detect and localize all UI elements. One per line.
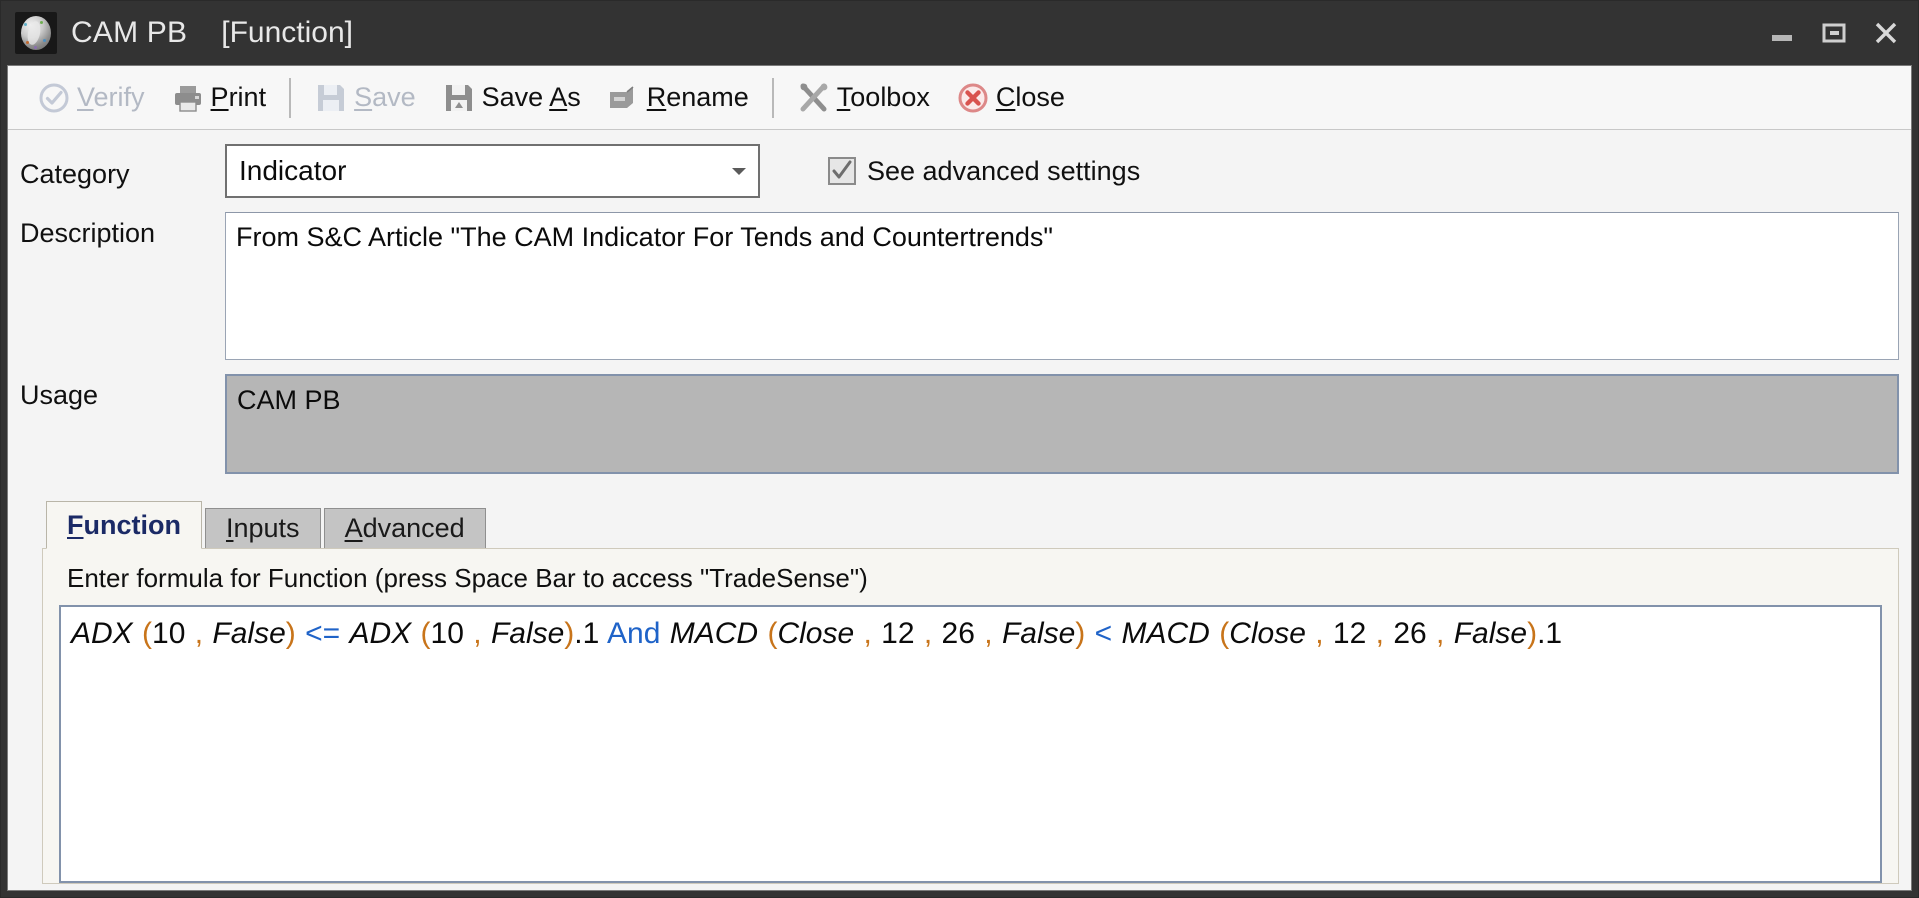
- rename-label: Rename: [646, 82, 749, 112]
- chevron-down-icon: [728, 160, 750, 182]
- print-button[interactable]: Print: [158, 74, 280, 122]
- print-label: Print: [210, 82, 267, 112]
- window-title: CAM PB: [71, 16, 188, 49]
- see-advanced-settings-checkbox[interactable]: See advanced settings: [828, 156, 1140, 187]
- tab-strip: Function Inputs Advanced: [42, 500, 1899, 549]
- toolbox-button[interactable]: Toolbox: [784, 74, 943, 122]
- toolbar-separator: [771, 77, 774, 118]
- usage-field: CAM PB: [225, 374, 1899, 474]
- formula-hint: Enter formula for Function (press Space …: [67, 563, 868, 593]
- check-circle-icon: [37, 81, 71, 115]
- save-as-label: Save As: [481, 82, 581, 112]
- checkbox-box: [828, 157, 856, 185]
- floppy-icon: [314, 81, 348, 115]
- description-value: From S&C Article "The CAM Indicator For …: [236, 222, 1054, 252]
- close-icon[interactable]: [1860, 10, 1912, 56]
- close-button[interactable]: Close: [943, 74, 1078, 122]
- description-label: Description: [20, 218, 156, 248]
- application-window: CAM PB [Function] Verify Print Save Save…: [0, 0, 1919, 898]
- tab-area: Function Inputs Advanced Enter formula f…: [42, 500, 1899, 890]
- description-textarea[interactable]: From S&C Article "The CAM Indicator For …: [225, 212, 1899, 360]
- tab-function-label: Function: [67, 509, 181, 540]
- category-select[interactable]: Indicator: [225, 144, 760, 198]
- description-row: Description From S&C Article "The CAM In…: [20, 212, 1899, 360]
- category-value: Indicator: [239, 155, 347, 186]
- tab-inputs-label: Inputs: [225, 513, 300, 543]
- globe-icon: [15, 12, 57, 54]
- verify-button[interactable]: Verify: [24, 74, 158, 122]
- category-row: Category Indicator See advanced settings: [20, 140, 1899, 202]
- toolbar-separator: [289, 77, 292, 118]
- function-tab-panel: Enter formula for Function (press Space …: [42, 548, 1899, 884]
- window-subtitle: [Function]: [221, 16, 353, 49]
- see-advanced-settings-label: See advanced settings: [867, 155, 1141, 186]
- rename-icon: [607, 81, 641, 115]
- floppy-icon: [442, 81, 476, 115]
- usage-label: Usage: [20, 380, 99, 410]
- close-label: Close: [995, 82, 1065, 112]
- close-circle-icon: [956, 81, 990, 115]
- printer-icon: [171, 81, 205, 115]
- category-label: Category: [20, 158, 130, 189]
- tab-inputs[interactable]: Inputs: [204, 508, 321, 548]
- save-label: Save: [354, 82, 416, 112]
- save-as-button[interactable]: Save As: [429, 74, 594, 122]
- client-area: Verify Print Save Save As Rename Toolbox…: [7, 65, 1912, 891]
- tools-icon: [797, 81, 831, 115]
- usage-row: Usage CAM PB: [20, 374, 1899, 474]
- tab-function[interactable]: Function: [46, 501, 202, 549]
- formula-editor[interactable]: ADX (10 , False) <= ADX (10 , False).1 A…: [59, 605, 1882, 883]
- minimize-icon[interactable]: [1756, 10, 1808, 56]
- maximize-icon[interactable]: [1808, 10, 1860, 56]
- toolbar: Verify Print Save Save As Rename Toolbox…: [8, 66, 1911, 130]
- toolbox-label: Toolbox: [836, 82, 930, 112]
- verify-label: Verify: [77, 82, 145, 112]
- save-button[interactable]: Save: [301, 74, 429, 122]
- form-area: Category Indicator See advanced settings: [8, 130, 1911, 890]
- tab-advanced-label: Advanced: [344, 513, 465, 543]
- tab-advanced[interactable]: Advanced: [323, 508, 486, 548]
- usage-value: CAM PB: [237, 385, 341, 415]
- rename-button[interactable]: Rename: [594, 74, 762, 122]
- formula-text: ADX (10 , False) <= ADX (10 , False).1 A…: [71, 617, 1563, 650]
- title-bar: CAM PB [Function]: [1, 1, 1918, 65]
